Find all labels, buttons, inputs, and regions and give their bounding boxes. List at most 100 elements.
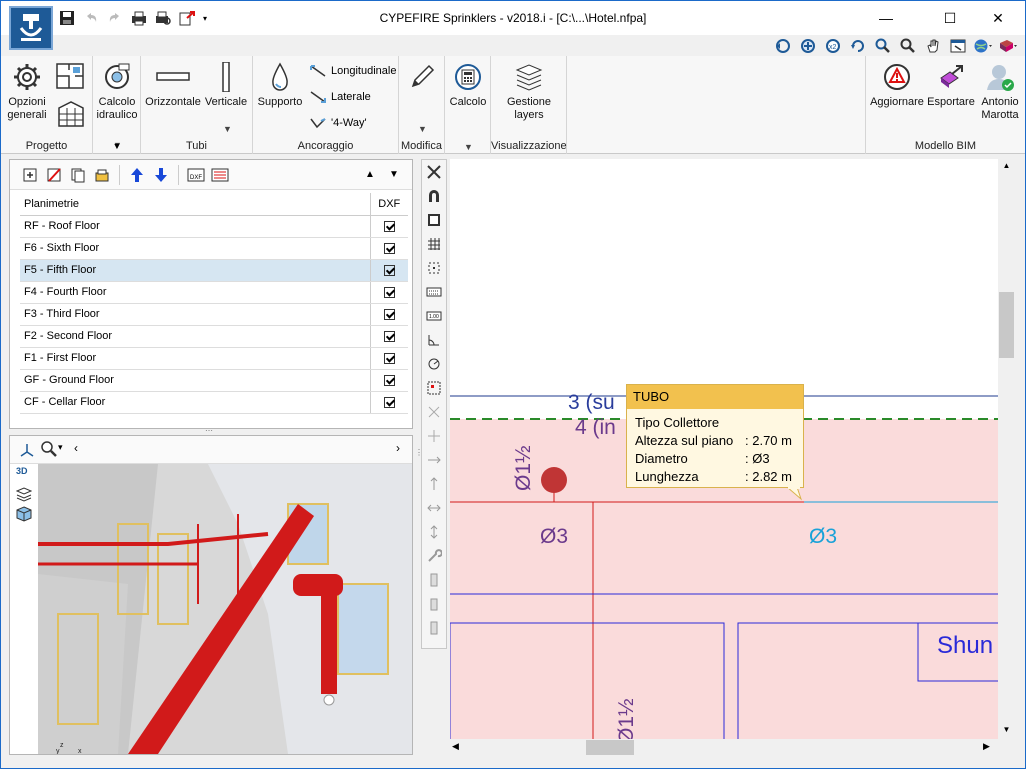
zoom-extents-icon[interactable] (797, 36, 819, 56)
dxf-checkbox[interactable] (383, 330, 395, 342)
rotate-icon[interactable] (422, 352, 446, 376)
scroll-right-arrow-icon[interactable]: ▶ (983, 741, 990, 752)
calcolo-idraulico-button[interactable]: Calcolo idraulico (95, 62, 139, 122)
measure-icon[interactable]: 1.00 (422, 304, 446, 328)
gestione-layers-button[interactable]: Gestione layers (499, 62, 559, 122)
dxf-checkbox[interactable] (383, 242, 395, 254)
dxf-checkbox[interactable] (383, 352, 395, 364)
zoom-in-icon[interactable] (897, 36, 919, 56)
verticale-button[interactable]: Verticale (203, 62, 249, 109)
horizontal-splitter-grip[interactable]: ⋯ (205, 427, 221, 435)
maximize-button[interactable]: ☐ (927, 1, 973, 35)
floor-row[interactable]: CF - Cellar Floor (20, 391, 408, 414)
modifica-dropdown-icon[interactable]: ▼ (418, 124, 427, 134)
move-up-icon[interactable] (127, 165, 147, 185)
vertical-scroll-thumb[interactable] (999, 292, 1014, 358)
window-select-icon[interactable] (947, 36, 969, 56)
copy-floor-icon[interactable] (68, 165, 88, 185)
scroll-left-icon[interactable]: ‹ (74, 441, 78, 455)
3d-mode-button[interactable]: 3D (16, 466, 38, 486)
user-account-button[interactable]: Antonio Marotta (976, 62, 1024, 122)
floor-row[interactable]: GF - Ground Floor (20, 369, 408, 392)
move-horizontal-icon[interactable] (422, 448, 446, 472)
help-book-dropdown-icon[interactable] (997, 36, 1019, 56)
rectangle-icon[interactable] (422, 208, 446, 232)
copy-element-icon[interactable] (422, 568, 446, 592)
collapse-down-icon[interactable]: ▼ (384, 165, 404, 185)
verticale-dropdown-icon[interactable]: ▼ (223, 124, 232, 134)
zoom-window-icon[interactable] (872, 36, 894, 56)
angle-icon[interactable] (422, 328, 446, 352)
calcolo-button[interactable]: Calcolo (447, 62, 489, 109)
scroll-left-arrow-icon[interactable]: ◀ (452, 741, 459, 752)
dxf-checkbox[interactable] (383, 264, 395, 276)
zoom-3d-dropdown-icon[interactable]: ▾ (58, 442, 63, 453)
calcolo-idraulico-group-dropdown[interactable]: ▼ (93, 141, 141, 151)
move-down-icon[interactable] (151, 165, 171, 185)
layers-3d-icon[interactable] (15, 486, 38, 506)
floor-row[interactable]: F4 - Fourth Floor (20, 281, 408, 304)
dxf-settings-icon[interactable] (210, 165, 230, 185)
grid-icon[interactable] (422, 232, 446, 256)
tools-icon[interactable] (422, 160, 446, 184)
stretch-horizontal-icon[interactable] (422, 496, 446, 520)
redraw-icon[interactable] (847, 36, 869, 56)
edit-floor-icon[interactable] (92, 165, 112, 185)
wrench-icon[interactable] (422, 544, 446, 568)
3d-model-render[interactable]: z x y (38, 464, 412, 754)
axes-orient-icon[interactable] (18, 440, 36, 461)
undo-view-icon[interactable] (772, 36, 794, 56)
magnet-snap-icon[interactable] (422, 184, 446, 208)
zoom-3d-icon[interactable] (40, 440, 58, 461)
dxf-checkbox[interactable] (383, 220, 395, 232)
move-element-icon[interactable] (422, 592, 446, 616)
dxf-checkbox[interactable] (383, 286, 395, 298)
aggiornare-button[interactable]: Aggiornare (868, 62, 926, 109)
app-logo[interactable] (9, 6, 53, 50)
keyboard-icon[interactable] (422, 280, 446, 304)
close-button[interactable]: ✕ (975, 1, 1021, 35)
extend-icon[interactable] (422, 424, 446, 448)
qat-dropdown-icon[interactable]: ▾ (201, 8, 209, 28)
floor-row[interactable]: F5 - Fifth Floor (20, 259, 408, 282)
fourway-button[interactable]: '4-Way' (309, 116, 367, 130)
longitudinale-button[interactable]: Longitudinale (309, 64, 396, 78)
print-preview-icon[interactable] (153, 8, 173, 28)
dxf-checkbox[interactable] (383, 374, 395, 386)
building-icon[interactable] (55, 98, 87, 130)
opzioni-generali-button[interactable]: Opzioni generali (5, 62, 49, 122)
floor-plan-icon[interactable] (55, 60, 87, 92)
dxf-import-icon[interactable]: DXF (186, 165, 206, 185)
scroll-down-icon[interactable]: ▼ (998, 725, 1015, 734)
scroll-right-icon[interactable]: › (396, 441, 400, 455)
modifica-button[interactable] (405, 62, 439, 96)
add-floor-icon[interactable] (20, 165, 40, 185)
floor-row[interactable]: F1 - First Floor (20, 347, 408, 370)
snap-point-icon[interactable] (422, 256, 446, 280)
horizontal-scroll-thumb[interactable] (586, 740, 634, 755)
scroll-up-icon[interactable]: ▲ (998, 161, 1015, 170)
esportare-button[interactable]: Esportare (926, 62, 976, 109)
select-window-icon[interactable] (422, 376, 446, 400)
calcolo-dropdown-icon[interactable]: ▼ (464, 142, 473, 152)
dxf-checkbox[interactable] (383, 396, 395, 408)
dxf-checkbox[interactable] (383, 308, 395, 320)
floor-row[interactable]: F3 - Third Floor (20, 303, 408, 326)
delete-floor-icon[interactable] (44, 165, 64, 185)
orizzontale-button[interactable]: Orizzontale (145, 62, 201, 109)
supporto-button[interactable]: Supporto (257, 62, 303, 109)
print-icon[interactable] (129, 8, 149, 28)
save-icon[interactable] (57, 8, 77, 28)
collapse-up-icon[interactable]: ▲ (360, 165, 380, 185)
trim-icon[interactable] (422, 400, 446, 424)
rotate-element-icon[interactable] (422, 616, 446, 640)
splitter-grip[interactable]: ⋮ (415, 449, 423, 465)
floor-row[interactable]: F6 - Sixth Floor (20, 237, 408, 260)
stretch-vertical-icon[interactable] (422, 520, 446, 544)
vertical-scrollbar[interactable]: ▲ ▼ (998, 159, 1015, 739)
pan-hand-icon[interactable] (922, 36, 944, 56)
globe-dropdown-icon[interactable] (972, 36, 994, 56)
cube-icon[interactable] (16, 506, 38, 526)
horizontal-scrollbar[interactable]: ◀ ▶ (450, 739, 998, 756)
export-icon[interactable] (177, 8, 197, 28)
